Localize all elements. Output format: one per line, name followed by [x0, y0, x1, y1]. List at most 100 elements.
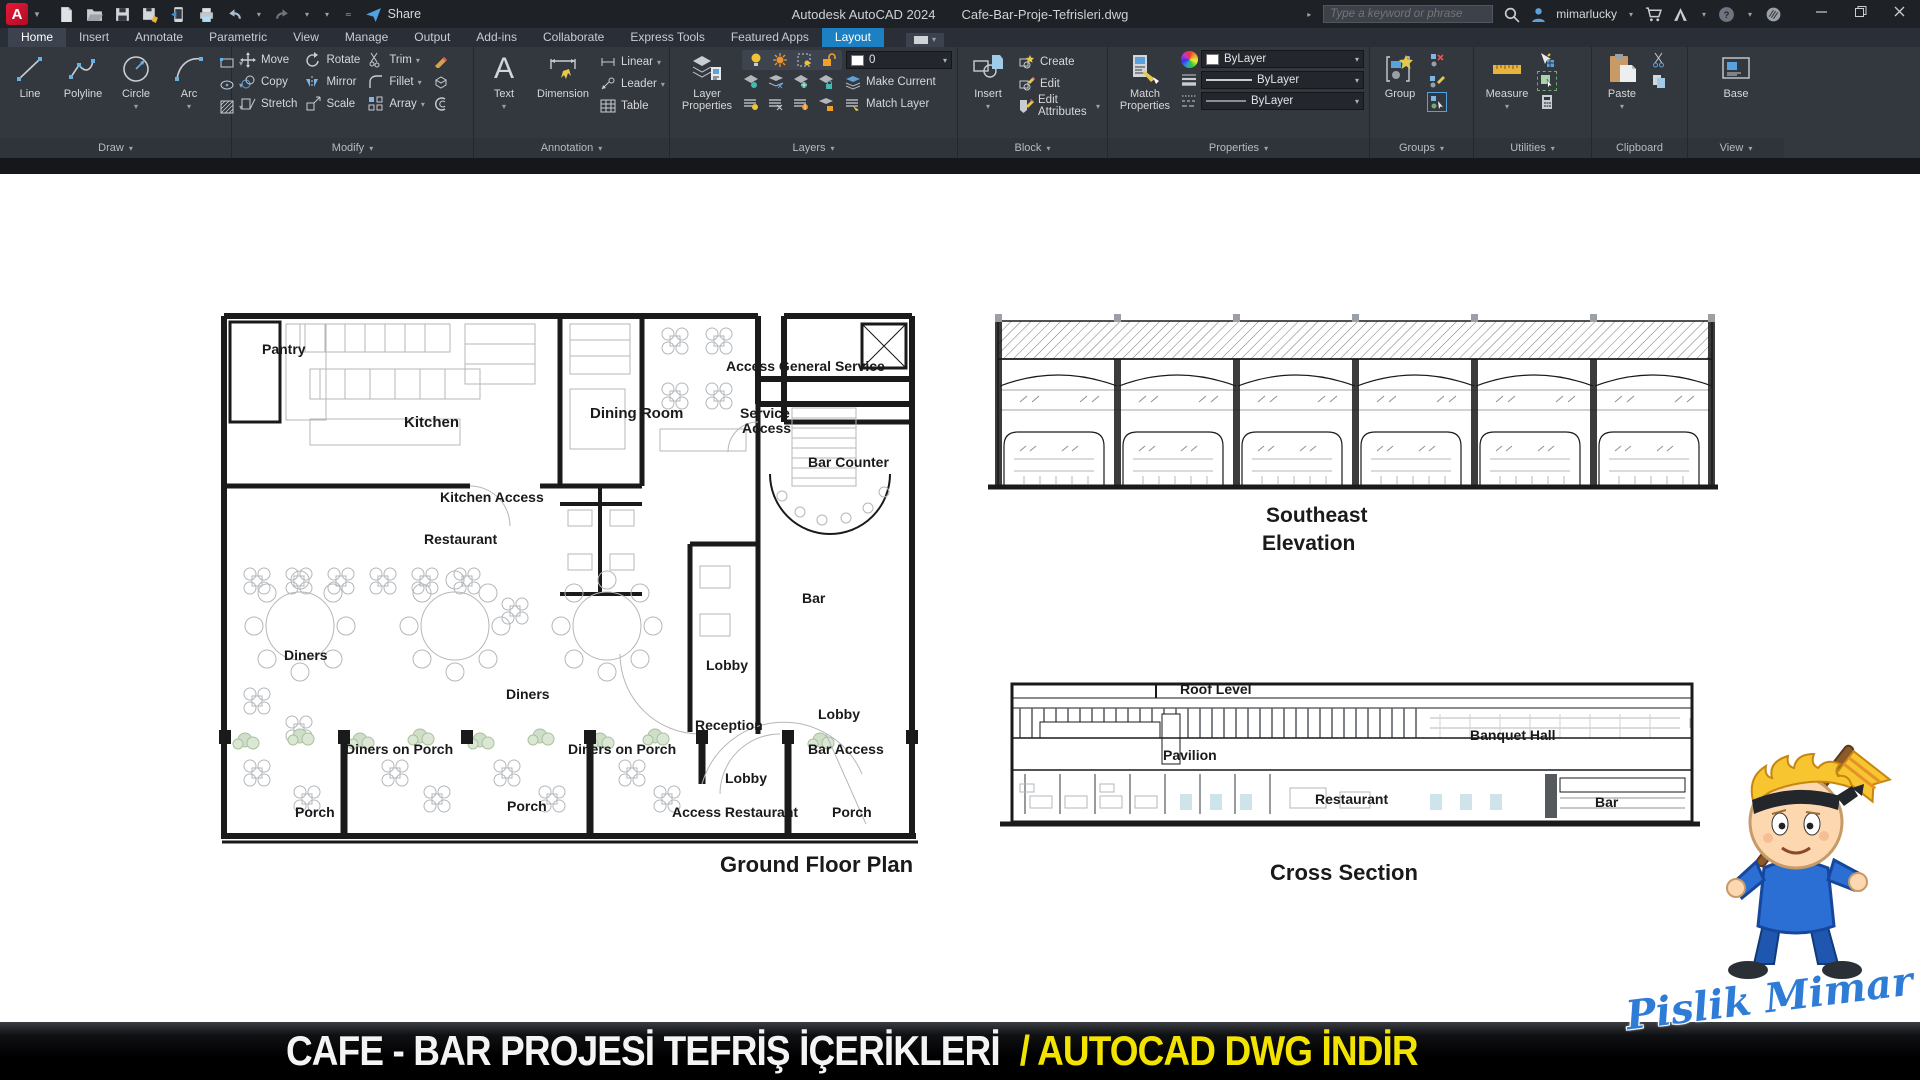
share-icon[interactable]: [365, 5, 383, 23]
tab-featured-apps[interactable]: Featured Apps: [718, 28, 822, 47]
move-button[interactable]: Move: [237, 50, 299, 70]
fillet-button[interactable]: Fillet ▾: [365, 72, 427, 92]
object-color-dropdown[interactable]: ByLayer ▾: [1201, 50, 1364, 68]
circle-caret-icon[interactable]: ▾: [134, 101, 138, 113]
trim-caret-icon[interactable]: ▾: [416, 56, 420, 65]
create-block-button[interactable]: Create: [1016, 52, 1102, 72]
plot-icon[interactable]: [198, 5, 216, 23]
rotate-button[interactable]: Rotate: [302, 50, 362, 70]
lineweight-caret-icon[interactable]: ▾: [1355, 76, 1359, 85]
cart-icon[interactable]: [1645, 5, 1663, 23]
leader-button[interactable]: Leader ▾: [597, 74, 667, 94]
tab-layout[interactable]: Layout: [822, 28, 884, 47]
help-icon[interactable]: ?: [1718, 5, 1736, 23]
help-caret-icon[interactable]: ▾: [1748, 10, 1752, 19]
insert-button[interactable]: Insert ▾: [963, 50, 1013, 114]
arc-button[interactable]: Arc ▾: [164, 50, 214, 114]
panel-footer-groups[interactable]: Groups▾: [1370, 138, 1473, 158]
paste-button[interactable]: Paste ▾: [1597, 50, 1647, 114]
qat-customize-icon[interactable]: ▾: [325, 10, 329, 19]
layer-unlock-icon[interactable]: [819, 51, 837, 69]
tab-parametric[interactable]: Parametric: [196, 28, 280, 47]
quick-select-icon[interactable]: [1538, 51, 1556, 69]
layer-bulb-stack-icon[interactable]: [742, 95, 760, 113]
qat-more-icon[interactable]: ≂: [345, 10, 352, 19]
layer-walk-icon[interactable]: [767, 95, 785, 113]
layer-vpfreeze-icon[interactable]: [792, 95, 810, 113]
panel-footer-draw[interactable]: Draw▾: [0, 138, 231, 158]
edit-attributes-caret-icon[interactable]: ▾: [1096, 102, 1100, 111]
array-button[interactable]: Array ▾: [365, 94, 427, 114]
copy-button[interactable]: Copy: [237, 72, 299, 92]
search-input[interactable]: [1330, 8, 1486, 20]
redo-icon[interactable]: [274, 5, 292, 23]
new-file-icon[interactable]: [58, 5, 76, 23]
trim-button[interactable]: Trim ▾: [365, 50, 427, 70]
offset-button[interactable]: [430, 94, 452, 114]
array-caret-icon[interactable]: ▾: [421, 100, 425, 109]
dimension-button[interactable]: Dimension: [532, 50, 594, 101]
tab-home[interactable]: Home: [8, 28, 66, 47]
ribbon-collapse-caret-icon[interactable]: ▾: [932, 35, 936, 44]
layer-freeze-icon[interactable]: [792, 73, 810, 91]
text-button[interactable]: A Text ▾: [479, 50, 529, 114]
save-to-mobile-icon[interactable]: [170, 5, 188, 23]
layer-properties-button[interactable]: Layer Properties: [675, 50, 739, 113]
edit-block-button[interactable]: Edit: [1016, 74, 1102, 94]
lineweight-dropdown[interactable]: ByLayer ▾: [1201, 71, 1364, 89]
autodesk-access-icon[interactable]: [1672, 5, 1690, 23]
insert-caret-icon[interactable]: ▾: [986, 101, 990, 113]
layer-off-icon[interactable]: [742, 73, 760, 91]
feedback-icon[interactable]: [1764, 5, 1782, 23]
tab-annotate[interactable]: Annotate: [122, 28, 196, 47]
search-expand-icon[interactable]: ▸: [1307, 10, 1311, 19]
make-current-button[interactable]: Make Current: [842, 72, 938, 92]
ribbon-collapse-control[interactable]: ▾: [906, 33, 944, 47]
layer-thaw-icon[interactable]: [771, 51, 789, 69]
user-avatar-icon[interactable]: [1529, 5, 1547, 23]
match-properties-button[interactable]: Match Properties: [1113, 50, 1177, 113]
paste-caret-icon[interactable]: ▾: [1620, 101, 1624, 113]
layer-select-dropdown[interactable]: 0 ▾: [846, 51, 952, 69]
arc-caret-icon[interactable]: ▾: [187, 101, 191, 113]
linear-button[interactable]: Linear ▾: [597, 52, 667, 72]
redo-caret-icon[interactable]: ▾: [305, 10, 309, 19]
group-edit-icon[interactable]: [1428, 72, 1446, 90]
layer-dropdown-caret-icon[interactable]: ▾: [943, 56, 947, 65]
minimize-button[interactable]: [1815, 5, 1828, 23]
explode-button[interactable]: [430, 72, 452, 92]
scale-button[interactable]: Scale: [302, 94, 362, 114]
linetype-dropdown[interactable]: ByLayer ▾: [1201, 92, 1364, 110]
tab-add-ins[interactable]: Add-ins: [463, 28, 530, 47]
cut-icon[interactable]: [1650, 51, 1668, 69]
panel-footer-layers[interactable]: Layers▾: [670, 138, 957, 158]
quick-calculator-icon[interactable]: [1538, 93, 1556, 111]
erase-button[interactable]: [430, 50, 452, 70]
open-file-icon[interactable]: [86, 5, 104, 23]
layer-on-icon[interactable]: [747, 51, 765, 69]
table-button[interactable]: Table: [597, 96, 667, 116]
save-icon[interactable]: [114, 5, 132, 23]
polyline-button[interactable]: Polyline: [58, 50, 108, 101]
line-button[interactable]: Line: [5, 50, 55, 101]
search-box[interactable]: [1323, 5, 1493, 23]
tab-manage[interactable]: Manage: [332, 28, 401, 47]
tab-express-tools[interactable]: Express Tools: [617, 28, 717, 47]
restore-button[interactable]: [1854, 5, 1867, 23]
linear-caret-icon[interactable]: ▾: [657, 58, 661, 67]
fillet-caret-icon[interactable]: ▾: [418, 78, 422, 87]
tab-output[interactable]: Output: [401, 28, 463, 47]
group-button[interactable]: Group: [1375, 50, 1425, 101]
layer-isolate-icon[interactable]: [795, 51, 813, 69]
layer-unlock2-icon[interactable]: [817, 95, 835, 113]
measure-button[interactable]: Measure ▾: [1479, 50, 1535, 114]
color-caret-icon[interactable]: ▾: [1355, 55, 1359, 64]
measure-caret-icon[interactable]: ▾: [1505, 101, 1509, 113]
tab-insert[interactable]: Insert: [66, 28, 122, 47]
layer-previous-icon[interactable]: [767, 73, 785, 91]
base-button[interactable]: Base: [1711, 50, 1761, 101]
match-layer-button[interactable]: Match Layer: [842, 94, 931, 114]
ungroup-icon[interactable]: [1428, 51, 1446, 69]
mirror-button[interactable]: Mirror: [302, 72, 362, 92]
undo-caret-icon[interactable]: ▾: [257, 10, 261, 19]
